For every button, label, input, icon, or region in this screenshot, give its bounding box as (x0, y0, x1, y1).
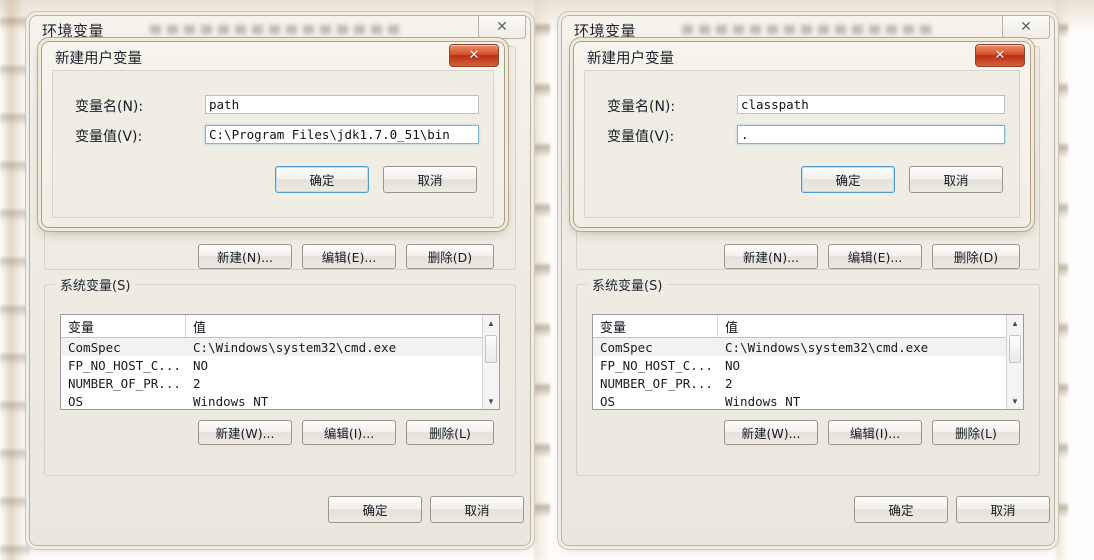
system-delete-button[interactable]: 删除(L) (932, 420, 1020, 445)
variable-value-label: 变量值(V): (607, 129, 675, 145)
ok-button[interactable]: 确定 (854, 496, 948, 523)
cell-value: NO (725, 357, 741, 373)
dialog-cancel-button[interactable]: 取消 (909, 166, 1003, 193)
environment-variables-window-right[interactable]: 环境变量 ✕ 新建(N)... 编辑(E)... 删除(D) 系统变量(S) 变… (562, 16, 1054, 545)
table-row[interactable]: FP_NO_HOST_C... NO (593, 356, 1023, 374)
cancel-button[interactable]: 取消 (956, 496, 1050, 523)
cell-value: Windows NT (725, 393, 801, 409)
cancel-button[interactable]: 取消 (430, 496, 524, 523)
user-new-button[interactable]: 新建(N)... (198, 244, 292, 269)
column-header-value: 值 (725, 321, 739, 336)
system-variables-table[interactable]: 变量 值 ComSpec C:\Windows\system32\cmd.exe… (592, 314, 1024, 410)
cell-value: 2 (193, 375, 201, 391)
cell-variable: OS (600, 393, 616, 409)
cell-variable: FP_NO_HOST_C... (600, 357, 713, 373)
variable-name-input[interactable]: path (205, 95, 479, 114)
cell-variable: ComSpec (600, 339, 653, 355)
system-edit-button[interactable]: 编辑(I)... (828, 420, 922, 445)
cell-variable: NUMBER_OF_PR... (68, 375, 181, 391)
variable-name-input[interactable]: classpath (737, 95, 1005, 114)
system-variables-legend: 系统变量(S) (55, 275, 136, 294)
variable-value-input[interactable]: . (737, 125, 1005, 144)
cell-value: 2 (725, 375, 733, 391)
cell-variable: OS (68, 393, 84, 409)
dialog-cancel-button[interactable]: 取消 (383, 166, 477, 193)
system-new-button[interactable]: 新建(W)... (724, 420, 818, 445)
cell-variable: ComSpec (68, 339, 121, 355)
close-icon[interactable]: ✕ (478, 16, 526, 39)
variable-value-label: 变量值(V): (75, 129, 143, 145)
table-scrollbar[interactable]: ▲ ▼ (1006, 315, 1023, 409)
cell-value: C:\Windows\system32\cmd.exe (725, 339, 929, 355)
wallpaper-strip-right (1056, 0, 1068, 560)
table-row[interactable]: ComSpec C:\Windows\system32\cmd.exe (61, 338, 499, 356)
table-row[interactable]: NUMBER_OF_PR... 2 (61, 374, 499, 392)
table-row[interactable]: NUMBER_OF_PR... 2 (593, 374, 1023, 392)
system-new-button[interactable]: 新建(W)... (198, 420, 292, 445)
column-header-variable: 变量 (61, 315, 186, 337)
dialog-close-icon[interactable]: ✕ (449, 44, 499, 67)
table-row[interactable]: OS Windows NT (61, 392, 499, 409)
scrollbar-thumb[interactable] (485, 335, 497, 363)
scroll-down-icon[interactable]: ▼ (483, 393, 499, 409)
scroll-up-icon[interactable]: ▲ (1007, 315, 1023, 331)
scroll-up-icon[interactable]: ▲ (483, 315, 499, 331)
user-delete-button[interactable]: 删除(D) (406, 244, 494, 269)
window-title: 环境变量 (42, 22, 105, 40)
variable-value-input[interactable]: C:\Program Files\jdk1.7.0_51\bin (205, 125, 479, 144)
system-variables-legend: 系统变量(S) (587, 275, 668, 294)
cell-value: C:\Windows\system32\cmd.exe (193, 339, 397, 355)
environment-variables-window-left[interactable]: 环境变量 ✕ 新建(N)... 编辑(E)... 删除(D) 系统变量(S) 变… (30, 16, 530, 545)
user-edit-button[interactable]: 编辑(E)... (828, 244, 922, 269)
cell-variable: NUMBER_OF_PR... (600, 375, 713, 391)
column-header-value: 值 (193, 321, 207, 336)
variable-name-label: 变量名(N): (75, 99, 144, 115)
cell-variable: FP_NO_HOST_C... (68, 357, 181, 373)
new-user-variable-dialog[interactable]: 新建用户变量 ✕ 变量名(N): path 变量值(V): C:\Program… (42, 42, 504, 227)
system-delete-button[interactable]: 删除(L) (406, 420, 494, 445)
dialog-title: 新建用户变量 (587, 51, 674, 67)
dialog-ok-button[interactable]: 确定 (801, 166, 895, 193)
dialog-close-icon[interactable]: ✕ (975, 44, 1025, 67)
table-header-row: 变量 值 (61, 315, 499, 338)
variable-name-label: 变量名(N): (607, 99, 676, 115)
dialog-ok-button[interactable]: 确定 (275, 166, 369, 193)
new-user-variable-dialog[interactable]: 新建用户变量 ✕ 变量名(N): classpath 变量值(V): . 确定 … (574, 42, 1030, 227)
dialog-panel: 变量名(N): classpath 变量值(V): . 确定 取消 (584, 70, 1020, 218)
dialog-panel: 变量名(N): path 变量值(V): C:\Program Files\jd… (52, 70, 494, 218)
wallpaper-strip (534, 0, 550, 560)
user-new-button[interactable]: 新建(N)... (724, 244, 818, 269)
cell-value: NO (193, 357, 209, 373)
scroll-down-icon[interactable]: ▼ (1007, 393, 1023, 409)
title-bar-blurred-text (150, 25, 400, 34)
window-title: 环境变量 (574, 22, 637, 40)
title-bar-blurred-text (682, 25, 932, 34)
screen: 环境变量 ✕ 新建(N)... 编辑(E)... 删除(D) 系统变量(S) 变… (0, 0, 1094, 560)
table-row[interactable]: ComSpec C:\Windows\system32\cmd.exe (593, 338, 1023, 356)
table-scrollbar[interactable]: ▲ ▼ (482, 315, 499, 409)
table-row[interactable]: OS Windows NT (593, 392, 1023, 409)
close-icon[interactable]: ✕ (1002, 16, 1050, 39)
system-edit-button[interactable]: 编辑(I)... (302, 420, 396, 445)
ok-button[interactable]: 确定 (328, 496, 422, 523)
table-header-row: 变量 值 (593, 315, 1023, 338)
user-delete-button[interactable]: 删除(D) (932, 244, 1020, 269)
system-variables-table[interactable]: 变量 值 ComSpec C:\Windows\system32\cmd.exe… (60, 314, 500, 410)
dialog-title: 新建用户变量 (55, 51, 142, 67)
table-row[interactable]: FP_NO_HOST_C... NO (61, 356, 499, 374)
column-header-variable: 变量 (593, 315, 718, 337)
scrollbar-thumb[interactable] (1009, 335, 1021, 363)
user-edit-button[interactable]: 编辑(E)... (302, 244, 396, 269)
cell-value: Windows NT (193, 393, 269, 409)
